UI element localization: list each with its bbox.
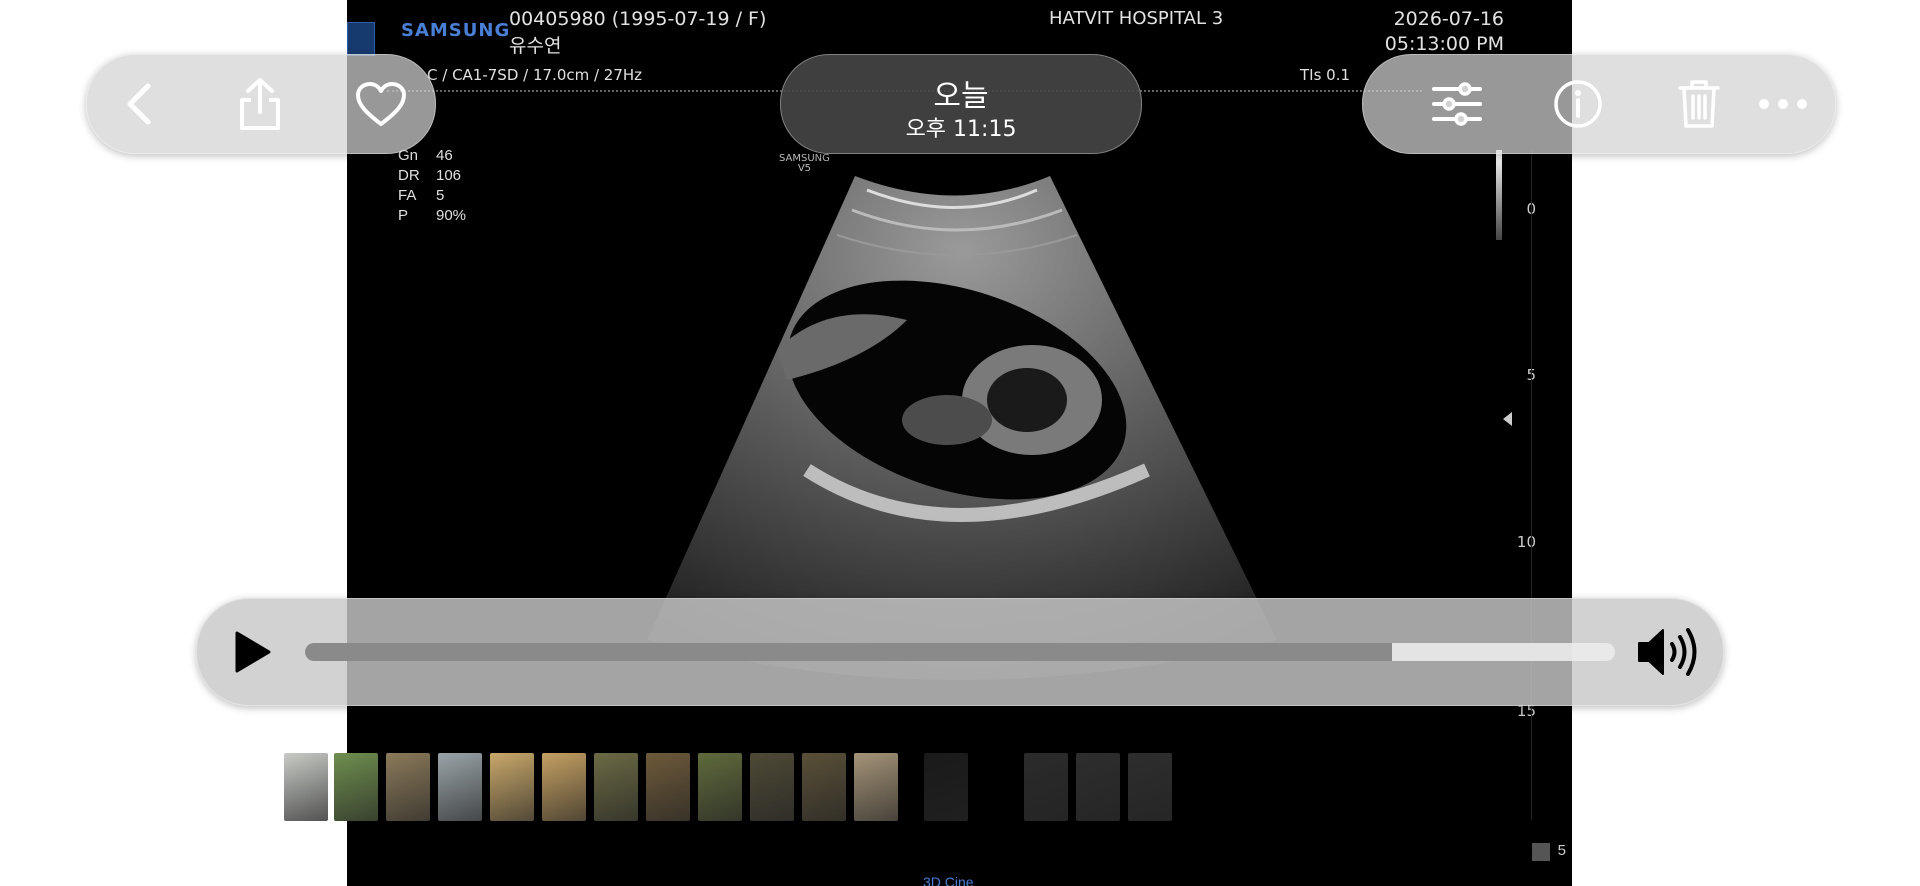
volume-button[interactable] <box>1635 623 1705 681</box>
thumbnail-item[interactable] <box>438 753 482 821</box>
info-button[interactable] <box>1538 55 1618 153</box>
side-number: 5 <box>1557 842 1566 859</box>
thumbnail-item[interactable] <box>386 753 430 821</box>
play-button[interactable] <box>227 627 277 677</box>
side-panel <box>1531 150 1572 820</box>
playback-bar <box>196 598 1724 706</box>
progress-fill <box>305 643 1393 661</box>
thumbnail-item[interactable] <box>698 753 742 821</box>
thumbnail-item[interactable] <box>334 753 378 821</box>
heart-icon <box>356 82 406 126</box>
thumbnail-item[interactable] <box>802 753 846 821</box>
share-icon <box>240 78 280 130</box>
thumbnail-item[interactable] <box>490 753 534 821</box>
sliders-icon <box>1432 82 1482 126</box>
play-icon <box>235 631 271 673</box>
thumbnail-item[interactable] <box>594 753 638 821</box>
date-subtitle: 오후 11:15 <box>905 117 1017 142</box>
delete-button[interactable] <box>1659 55 1739 153</box>
thumbnail-item[interactable] <box>1076 753 1120 821</box>
focus-marker-icon <box>1503 412 1512 426</box>
share-button[interactable] <box>220 55 300 153</box>
thumbnail-item[interactable] <box>646 753 690 821</box>
date-pill: 오늘 오후 11:15 <box>780 54 1142 154</box>
trash-icon <box>1678 80 1720 128</box>
thumbnail-item[interactable] <box>1128 753 1172 821</box>
cine-label: 3D Cine <box>923 874 974 886</box>
right-toolbar <box>1362 54 1836 154</box>
chevron-left-icon <box>127 83 151 125</box>
more-button[interactable] <box>1743 55 1823 153</box>
thumbnail-item[interactable] <box>1024 753 1068 821</box>
thumbnail-item[interactable] <box>284 753 328 821</box>
info-icon <box>1554 80 1602 128</box>
thumbnail-item[interactable] <box>924 753 968 821</box>
left-toolbar <box>86 54 436 154</box>
thumbnail-strip <box>284 753 1184 821</box>
more-icon <box>1759 99 1807 109</box>
thumbnail-item[interactable] <box>750 753 794 821</box>
date-title: 오늘 <box>933 79 989 114</box>
volume-icon <box>1638 628 1697 676</box>
adjust-button[interactable] <box>1417 55 1497 153</box>
thumbnail-item[interactable] <box>542 753 586 821</box>
thumbnail-item[interactable] <box>854 753 898 821</box>
progress-scrubber[interactable] <box>305 643 1615 661</box>
gray-scale-bar <box>1496 150 1502 240</box>
square-icon <box>1532 843 1550 861</box>
back-button[interactable] <box>99 55 179 153</box>
favorite-button[interactable] <box>341 55 421 153</box>
